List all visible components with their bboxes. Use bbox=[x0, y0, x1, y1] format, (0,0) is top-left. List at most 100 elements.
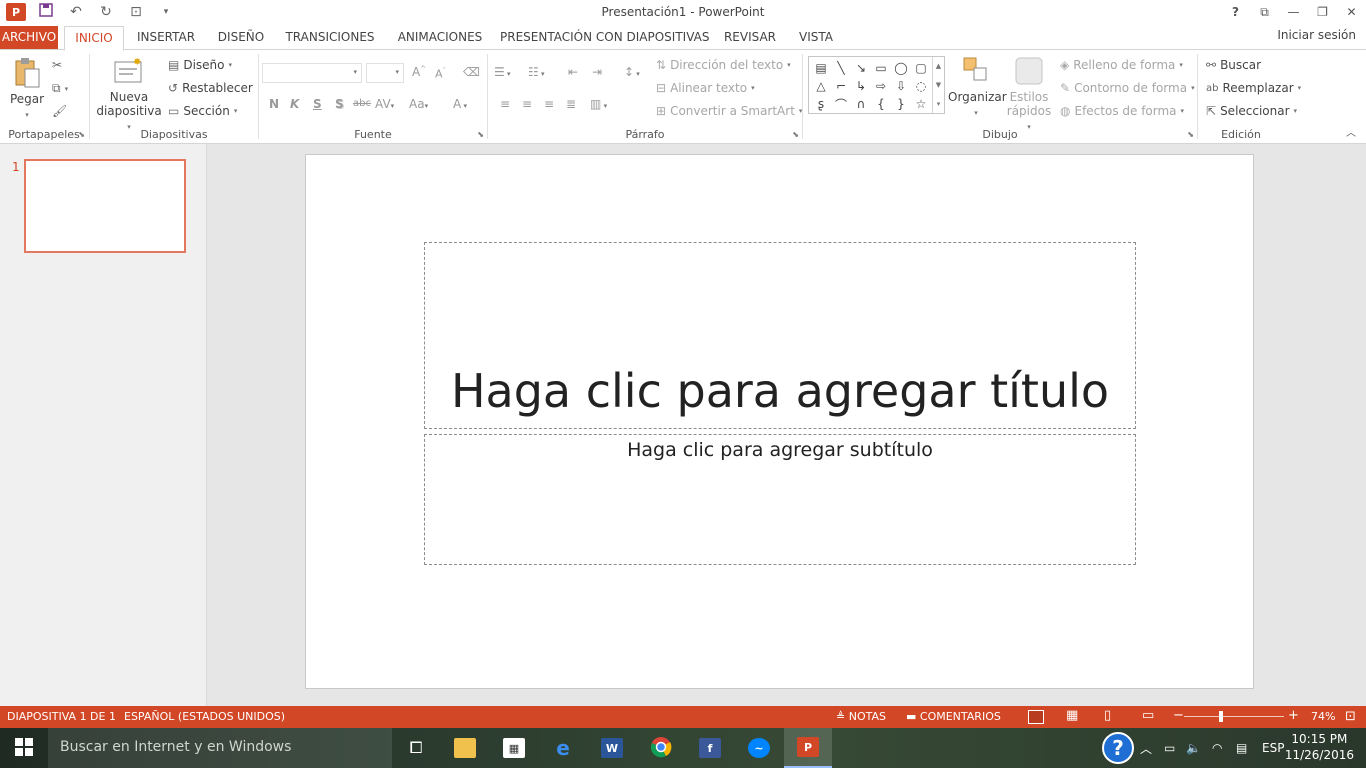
zoom-level[interactable]: 74% bbox=[1311, 710, 1335, 723]
title-placeholder[interactable]: Haga clic para agregar título bbox=[424, 242, 1136, 429]
align-text-button[interactable]: ⊟ Alinear texto ▾ bbox=[656, 81, 755, 95]
rounded-rect-shape-icon[interactable]: ▢ bbox=[911, 59, 931, 77]
increase-indent-icon[interactable]: ⇥ bbox=[592, 65, 602, 79]
shapes-scroll[interactable]: ▲ ▼ ▾ bbox=[932, 57, 944, 113]
dialog-launcher-icon[interactable]: ⬊ bbox=[78, 130, 85, 139]
wifi-icon[interactable]: ◠ bbox=[1212, 728, 1222, 768]
rectangle-shape-icon[interactable]: ▭ bbox=[871, 59, 891, 77]
quick-styles-button[interactable]: Estilos rápidos ▾ bbox=[1004, 56, 1054, 131]
shape-fill-button[interactable]: ◈ Relleno de forma ▾ bbox=[1060, 58, 1183, 72]
slideshow-icon[interactable]: ▭ bbox=[1142, 708, 1154, 723]
dialog-launcher-icon[interactable]: ⬊ bbox=[792, 130, 799, 139]
font-size-field[interactable]: ▾ bbox=[366, 63, 404, 83]
bullets-icon[interactable]: ☰ ▾ bbox=[494, 65, 511, 79]
restore-icon[interactable]: ❐ bbox=[1308, 0, 1337, 24]
new-slide-button[interactable]: ✸ Nueva diapositiva ▾ bbox=[94, 56, 164, 131]
shadow-button[interactable]: S bbox=[335, 97, 344, 111]
shrink-font-icon[interactable]: Aˇ bbox=[435, 67, 446, 81]
arc-shape-icon[interactable]: ∩ bbox=[851, 95, 871, 113]
notes-button[interactable]: ≜ NOTAS bbox=[836, 710, 886, 723]
right-arrow-shape-icon[interactable]: ⇨ bbox=[871, 77, 891, 95]
tab-insertar[interactable]: INSERTAR bbox=[134, 26, 198, 50]
grow-font-icon[interactable]: A^ bbox=[412, 65, 426, 79]
shape-effects-button[interactable]: ◍ Efectos de forma ▾ bbox=[1060, 104, 1184, 118]
collapse-ribbon-icon[interactable]: ︿ bbox=[1346, 124, 1356, 139]
columns-icon[interactable]: ▥ ▾ bbox=[590, 97, 607, 111]
zoom-in-icon[interactable]: + bbox=[1288, 708, 1299, 723]
minimize-icon[interactable]: — bbox=[1279, 0, 1308, 24]
chevron-down-icon[interactable]: ▼ bbox=[936, 81, 941, 89]
char-spacing-button[interactable]: AV▾ bbox=[375, 97, 394, 111]
normal-view-icon[interactable] bbox=[1028, 710, 1044, 724]
underline-button[interactable]: S bbox=[313, 97, 322, 111]
star-shape-icon[interactable]: ☆ bbox=[911, 95, 931, 113]
zoom-slider[interactable] bbox=[1184, 716, 1284, 717]
font-color-button[interactable]: A ▾ bbox=[453, 97, 467, 111]
decrease-indent-icon[interactable]: ⇤ bbox=[568, 65, 578, 79]
right-brace-shape-icon[interactable]: } bbox=[891, 95, 911, 113]
freeform-shape-icon[interactable]: ◌ bbox=[911, 77, 931, 95]
tab-archivo[interactable]: ARCHIVO bbox=[0, 26, 58, 50]
word-button[interactable]: W bbox=[588, 728, 636, 768]
language-status[interactable]: ESPAÑOL (ESTADOS UNIDOS) bbox=[124, 710, 285, 723]
dialog-launcher-icon[interactable]: ⬊ bbox=[1187, 130, 1194, 139]
zoom-slider-thumb[interactable] bbox=[1219, 711, 1223, 722]
tab-transiciones[interactable]: TRANSICIONES bbox=[282, 26, 378, 50]
align-center-icon[interactable]: ≡ bbox=[522, 97, 532, 111]
tab-revisar[interactable]: REVISAR bbox=[720, 26, 780, 50]
start-button[interactable] bbox=[0, 728, 48, 768]
select-button[interactable]: ⇱ Seleccionar ▾ bbox=[1206, 104, 1297, 118]
signin-link[interactable]: Iniciar sesión bbox=[1277, 28, 1356, 42]
bold-button[interactable]: N bbox=[269, 97, 279, 111]
subtitle-placeholder[interactable]: Haga clic para agregar subtítulo bbox=[424, 434, 1136, 565]
font-name-field[interactable]: ▾ bbox=[262, 63, 362, 83]
input-language[interactable]: ESP bbox=[1262, 728, 1284, 768]
action-center-icon[interactable]: ▤ bbox=[1236, 728, 1247, 768]
chrome-button[interactable] bbox=[637, 728, 685, 768]
slide-canvas[interactable]: Haga clic para agregar título Haga clic … bbox=[305, 154, 1254, 689]
zoom-out-icon[interactable]: − bbox=[1173, 708, 1184, 723]
curve-shape-icon[interactable]: ⌒ bbox=[831, 95, 851, 113]
messenger-button[interactable]: ~ bbox=[735, 728, 783, 768]
clear-format-icon[interactable]: ⌫ bbox=[463, 65, 480, 79]
triangle-shape-icon[interactable]: △ bbox=[811, 77, 831, 95]
chevron-up-icon[interactable]: ▲ bbox=[936, 62, 941, 70]
down-arrow-shape-icon[interactable]: ⇩ bbox=[891, 77, 911, 95]
copy-icon[interactable]: ⧉ ▾ bbox=[52, 81, 68, 96]
shapes-gallery[interactable]: ▤ ╲ ↘ ▭ ◯ ▢ △ ⌐ ↳ ⇨ ⇩ ◌ ʂ ⌒ ∩ { } ☆ ▲ ▼ … bbox=[808, 56, 945, 114]
slide-sorter-icon[interactable]: ▦ bbox=[1066, 708, 1078, 723]
replace-button[interactable]: ab Reemplazar ▾ bbox=[1206, 81, 1301, 95]
comments-button[interactable]: ▬ COMENTARIOS bbox=[906, 710, 1001, 723]
battery-icon[interactable]: ▭ bbox=[1164, 728, 1175, 768]
strikethrough-button[interactable]: abc bbox=[353, 98, 371, 109]
fit-to-window-icon[interactable]: ⊡ bbox=[1345, 709, 1356, 724]
line-spacing-icon[interactable]: ↕ ▾ bbox=[624, 65, 640, 79]
elbow-connector-icon[interactable]: ⌐ bbox=[831, 77, 851, 95]
justify-icon[interactable]: ≣ bbox=[566, 97, 576, 111]
powerpoint-taskbar-button[interactable]: P bbox=[784, 728, 832, 768]
volume-icon[interactable]: 🔈 bbox=[1186, 728, 1201, 768]
reset-button[interactable]: ↺ Restablecer bbox=[168, 81, 253, 95]
change-case-button[interactable]: Aa▾ bbox=[409, 97, 428, 111]
help-icon[interactable]: ? bbox=[1221, 0, 1250, 24]
text-direction-button[interactable]: ⇅ Dirección del texto ▾ bbox=[656, 58, 791, 72]
tab-presentacion[interactable]: PRESENTACIÓN CON DIAPOSITIVAS bbox=[500, 26, 709, 50]
edge-button[interactable]: e bbox=[539, 728, 587, 768]
store-button[interactable]: ▦ bbox=[490, 728, 538, 768]
ribbon-display-options-icon[interactable]: ⧉ bbox=[1250, 0, 1279, 24]
reading-view-icon[interactable]: ▯ bbox=[1104, 708, 1111, 723]
align-right-icon[interactable]: ≡ bbox=[544, 97, 554, 111]
arrow-line-shape-icon[interactable]: ↘ bbox=[851, 59, 871, 77]
slide-thumbnail[interactable] bbox=[24, 159, 186, 253]
format-painter-icon[interactable]: 🖌 bbox=[52, 104, 67, 118]
paste-button[interactable]: Pegar ▾ bbox=[8, 56, 46, 122]
elbow-arrow-icon[interactable]: ↳ bbox=[851, 77, 871, 95]
tab-animaciones[interactable]: ANIMACIONES bbox=[392, 26, 488, 50]
find-button[interactable]: ⚯ Buscar bbox=[1206, 58, 1261, 72]
convert-smartart-button[interactable]: ⊞ Convertir a SmartArt ▾ bbox=[656, 104, 802, 118]
tab-diseno[interactable]: DISEÑO bbox=[212, 26, 270, 50]
left-brace-shape-icon[interactable]: { bbox=[871, 95, 891, 113]
italic-button[interactable]: K bbox=[290, 97, 299, 111]
numbering-icon[interactable]: ☷ ▾ bbox=[528, 65, 545, 79]
facebook-button[interactable]: f bbox=[686, 728, 734, 768]
